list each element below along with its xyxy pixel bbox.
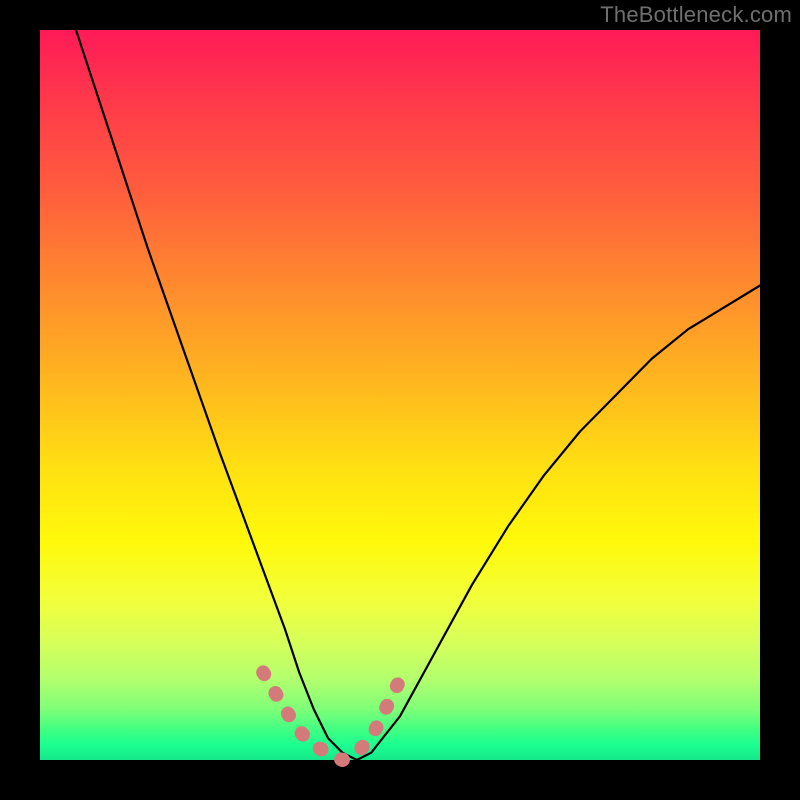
- watermark-text: TheBottleneck.com: [600, 2, 792, 28]
- chart-frame: TheBottleneck.com: [0, 0, 800, 800]
- bottleneck-curve: [76, 30, 760, 760]
- curve-layer: [40, 30, 760, 760]
- highlight-curve: [263, 672, 400, 760]
